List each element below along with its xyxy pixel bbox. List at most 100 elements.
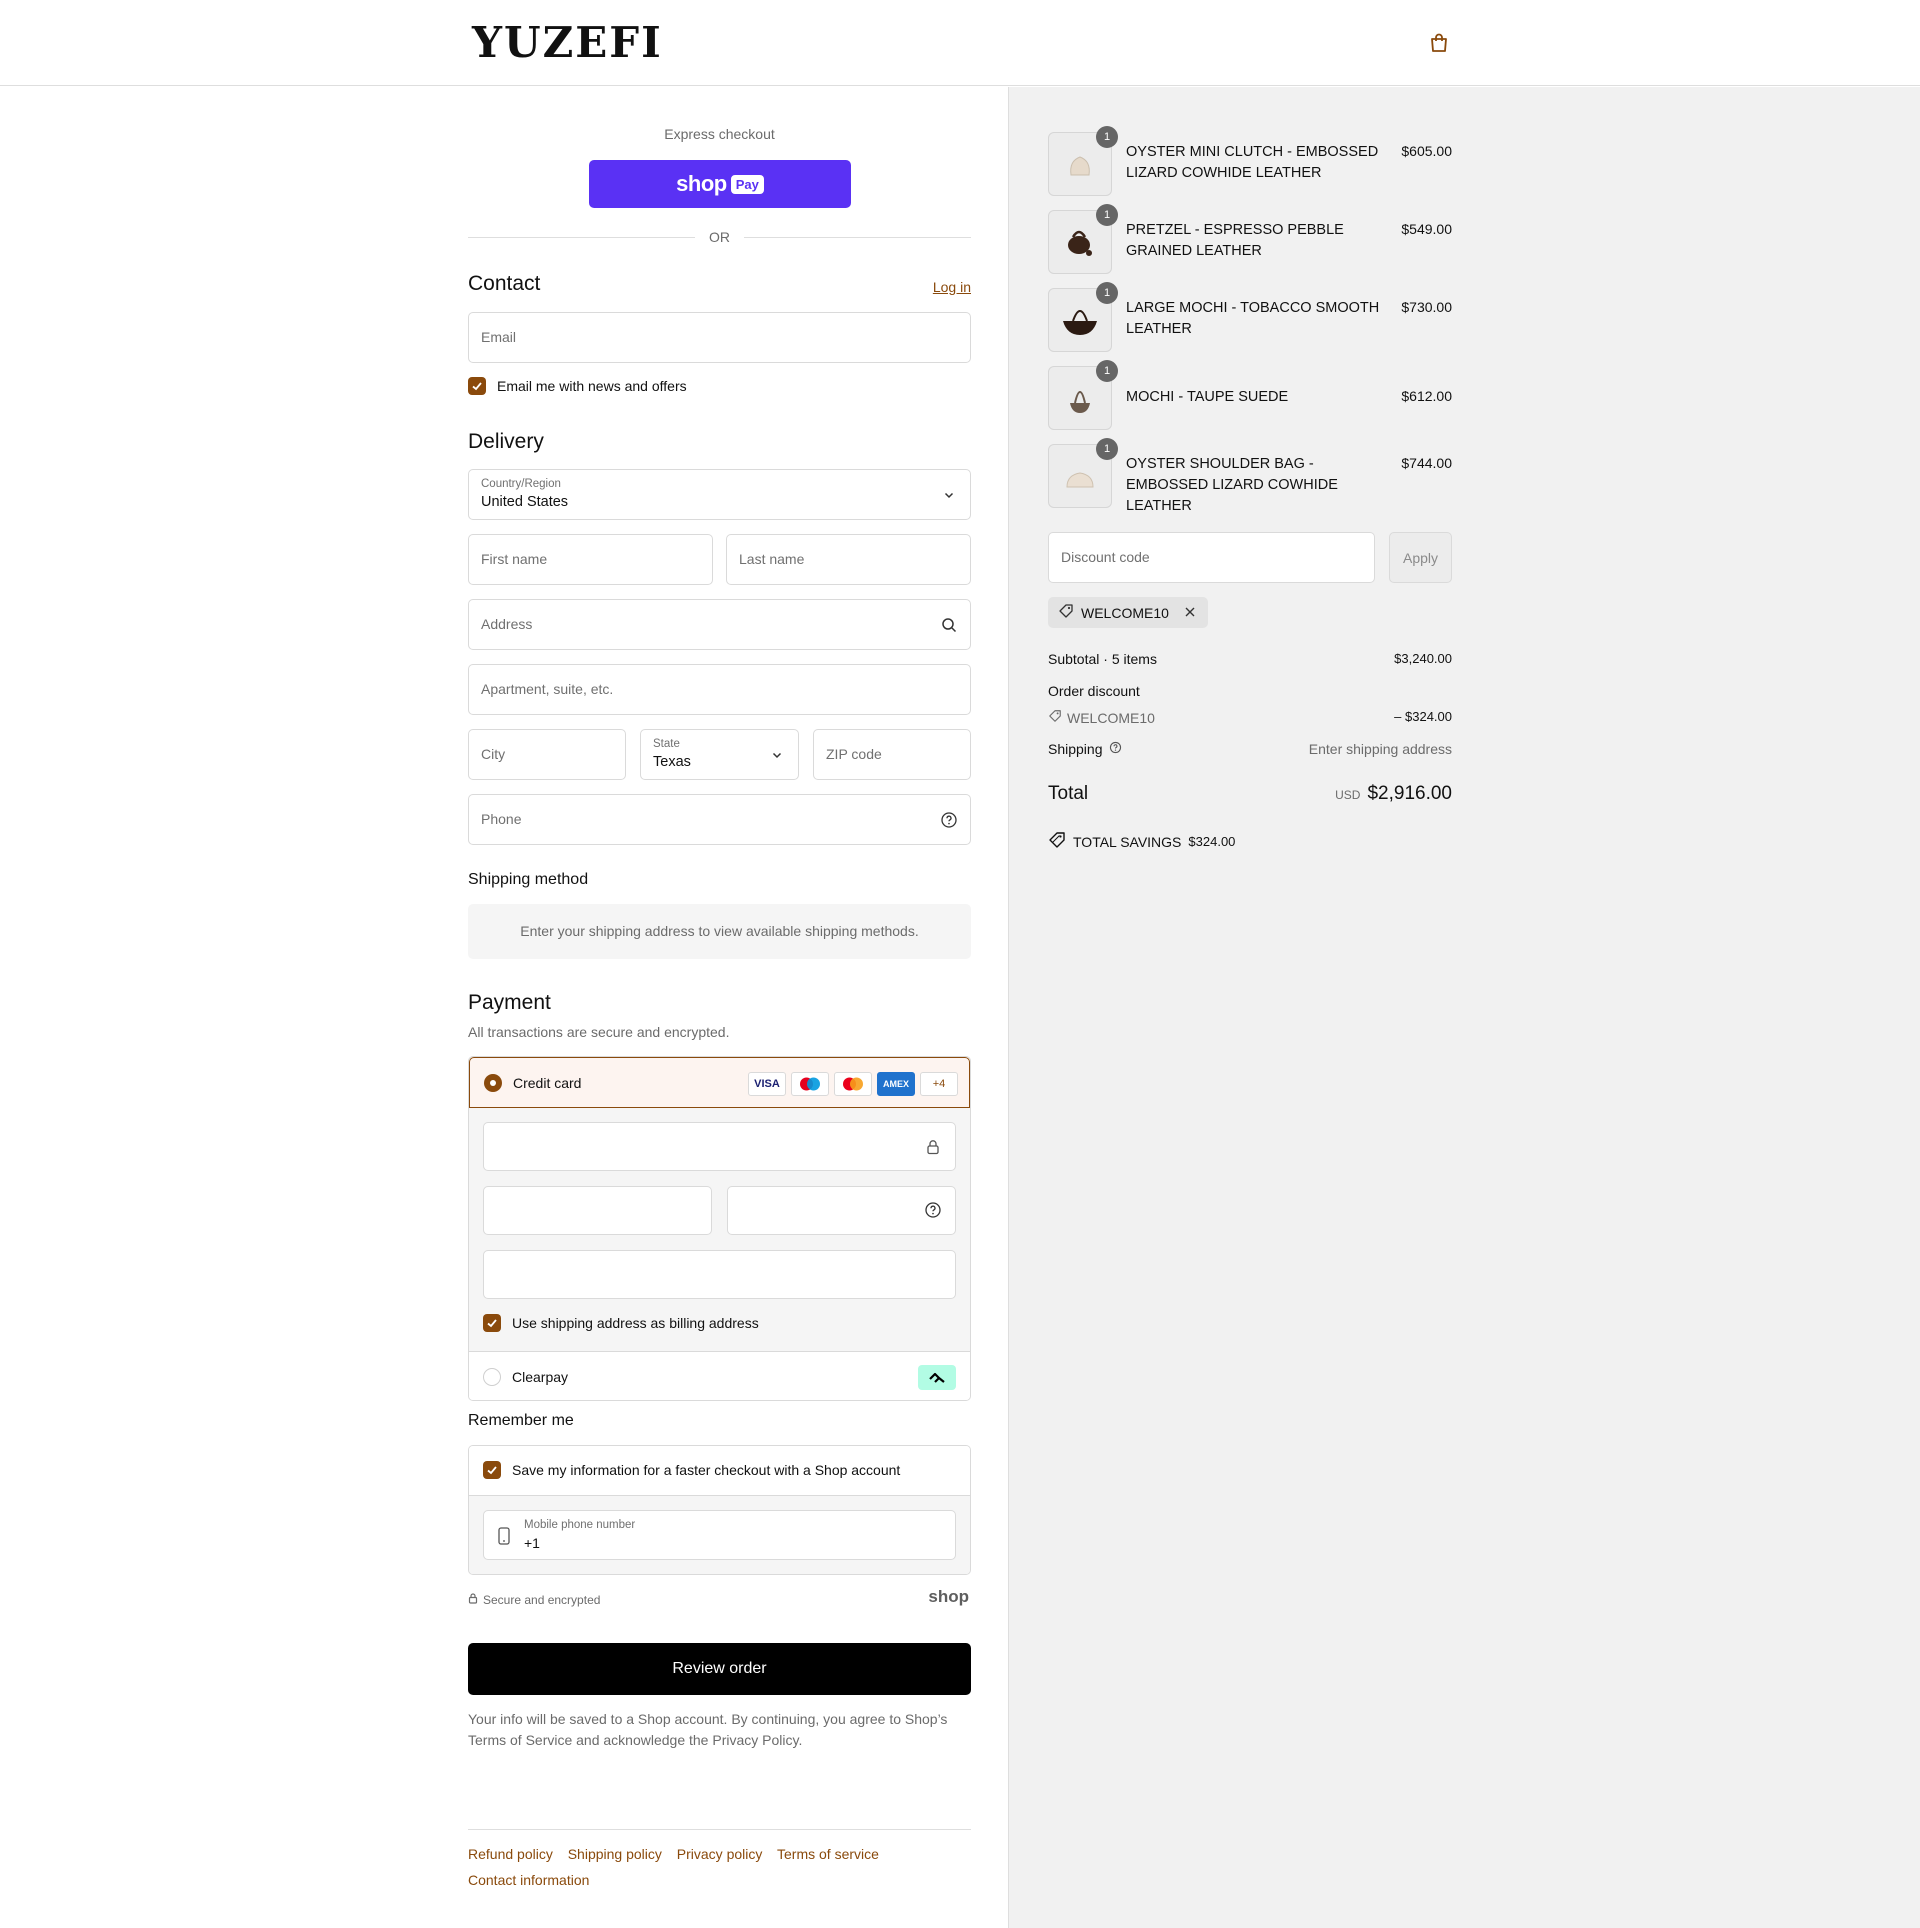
state-label: State — [653, 738, 680, 750]
mastercard-icon — [834, 1072, 872, 1096]
subtotal-value: $3,240.00 — [1394, 651, 1452, 666]
credit-card-option[interactable]: Credit card VISA AMEX +4 — [469, 1057, 970, 1108]
apartment-placeholder: Apartment, suite, etc. — [481, 681, 614, 697]
currency-code: USD — [1335, 788, 1361, 802]
last-name-field[interactable]: Last name — [726, 534, 971, 585]
item-price: $744.00 — [1401, 455, 1452, 471]
save-info-option[interactable]: Save my information for a faster checkou… — [469, 1446, 970, 1496]
remember-me-box: Save my information for a faster checkou… — [468, 1445, 971, 1575]
cart-item: 1 OYSTER SHOULDER BAG - EMBOSSED LIZARD … — [1048, 438, 1452, 514]
discount-code-input[interactable]: Discount code — [1048, 532, 1375, 583]
total-savings-label: TOTAL SAVINGS — [1073, 833, 1182, 850]
discount-code-placeholder: Discount code — [1061, 549, 1150, 565]
cart-item: 1 MOCHI - TAUPE SUEDE $612.00 — [1048, 360, 1452, 430]
contact-title: Contact — [468, 272, 541, 295]
shopping-bag-icon[interactable] — [1428, 32, 1450, 54]
billing-same-label: Use shipping address as billing address — [512, 1315, 759, 1331]
delivery-title: Delivery — [468, 430, 544, 453]
terms-of-service-link[interactable]: Terms of service — [777, 1846, 879, 1862]
last-name-placeholder: Last name — [739, 551, 805, 567]
help-circle-icon[interactable] — [1109, 741, 1122, 757]
phone-field[interactable]: Phone — [468, 794, 971, 845]
phone-placeholder: Phone — [481, 811, 522, 827]
lock-icon — [468, 1593, 478, 1607]
shipping-policy-link[interactable]: Shipping policy — [568, 1846, 662, 1862]
mobile-phone-icon — [497, 1526, 511, 1549]
first-name-placeholder: First name — [481, 551, 548, 567]
secure-note: Secure and encrypted — [468, 1593, 600, 1607]
total-savings-row: TOTAL SAVINGS $324.00 — [1048, 831, 1452, 852]
legal-prefix: Your info will be saved to a Shop accoun… — [468, 1711, 948, 1727]
cart-item: 1 PRETZEL - ESPRESSO PEBBLE GRAINED LEAT… — [1048, 204, 1452, 274]
express-checkout-label: Express checkout — [664, 126, 775, 142]
payment-subtitle: All transactions are secure and encrypte… — [468, 1024, 730, 1040]
remember-me-title: Remember me — [468, 1412, 574, 1429]
email-field[interactable]: Email — [468, 312, 971, 363]
footer-divider — [468, 1829, 971, 1830]
zip-field[interactable]: ZIP code — [813, 729, 971, 780]
expiration-date-field[interactable] — [483, 1186, 712, 1235]
maestro-icon — [791, 1072, 829, 1096]
help-circle-icon[interactable] — [924, 1201, 942, 1222]
card-number-field[interactable] — [483, 1122, 956, 1171]
order-discount-row: Order discount — [1048, 683, 1452, 699]
item-price: $612.00 — [1401, 388, 1452, 404]
item-name: OYSTER MINI CLUTCH - EMBOSSED LIZARD COW… — [1126, 144, 1379, 181]
help-circle-icon[interactable] — [940, 811, 958, 829]
address-field[interactable]: Address — [468, 599, 971, 650]
total-savings-value: $324.00 — [1188, 834, 1236, 849]
or-label: OR — [709, 229, 730, 245]
billing-same-checkbox[interactable] — [483, 1314, 501, 1332]
visa-icon: VISA — [748, 1072, 786, 1096]
shop-pay-logo-badge: Pay — [730, 174, 764, 194]
credit-card-radio[interactable] — [484, 1074, 502, 1092]
credit-card-form: Use shipping address as billing address — [469, 1108, 970, 1351]
clearpay-logo-icon — [918, 1365, 956, 1390]
legal-suffix: . — [798, 1732, 803, 1748]
state-select[interactable]: State Texas — [640, 729, 799, 780]
terms-of-service-link[interactable]: Terms of Service — [468, 1732, 572, 1748]
state-value: Texas — [653, 754, 691, 770]
lock-icon — [925, 1138, 941, 1159]
name-on-card-field[interactable] — [483, 1250, 956, 1299]
apply-discount-button[interactable]: Apply — [1389, 532, 1452, 583]
review-order-button[interactable]: Review order — [468, 1643, 971, 1695]
shop-pay-logo-text: shop — [676, 171, 727, 196]
remove-discount-close-icon[interactable] — [1184, 605, 1196, 621]
shop-pay-button[interactable]: shop Pay — [589, 160, 851, 208]
clearpay-option[interactable]: Clearpay — [469, 1351, 970, 1400]
mobile-section: Mobile phone number +1 — [469, 1496, 970, 1574]
item-price: $730.00 — [1401, 299, 1452, 315]
clearpay-radio[interactable] — [483, 1368, 501, 1386]
newsletter-label: Email me with news and offers — [497, 378, 687, 394]
chevron-down-icon — [768, 746, 786, 764]
clearpay-label: Clearpay — [512, 1369, 569, 1385]
payment-methods: Credit card VISA AMEX +4 Use shipping ad… — [468, 1056, 971, 1401]
save-info-checkbox[interactable] — [483, 1461, 501, 1479]
login-link[interactable]: Log in — [933, 279, 971, 295]
store-logo[interactable]: YUZEFI — [472, 18, 663, 67]
security-code-field[interactable] — [727, 1186, 956, 1235]
zip-placeholder: ZIP code — [826, 746, 882, 762]
quantity-badge: 1 — [1096, 360, 1118, 382]
item-name: MOCHI - TAUPE SUEDE — [1126, 389, 1289, 405]
tag-icon — [1058, 603, 1074, 622]
item-price: $549.00 — [1401, 221, 1452, 237]
total-label: Total — [1048, 783, 1089, 804]
total-row: Total USD $2,916.00 — [1048, 783, 1452, 813]
mobile-phone-field[interactable]: Mobile phone number +1 — [483, 1510, 956, 1560]
footer-links: Refund policy Shipping policy Privacy po… — [468, 1841, 971, 1893]
first-name-field[interactable]: First name — [468, 534, 713, 585]
newsletter-checkbox[interactable] — [468, 377, 486, 395]
site-header: YUZEFI — [0, 0, 1920, 86]
applied-discount-code: WELCOME10 — [1081, 604, 1169, 621]
privacy-policy-link[interactable]: Privacy policy — [677, 1846, 763, 1862]
privacy-policy-link[interactable]: Privacy Policy — [712, 1732, 798, 1748]
contact-information-link[interactable]: Contact information — [468, 1872, 589, 1888]
or-divider: OR — [468, 227, 971, 247]
country-select[interactable]: Country/Region United States — [468, 469, 971, 520]
refund-policy-link[interactable]: Refund policy — [468, 1846, 553, 1862]
apartment-field[interactable]: Apartment, suite, etc. — [468, 664, 971, 715]
city-field[interactable]: City — [468, 729, 626, 780]
search-icon — [940, 616, 958, 634]
